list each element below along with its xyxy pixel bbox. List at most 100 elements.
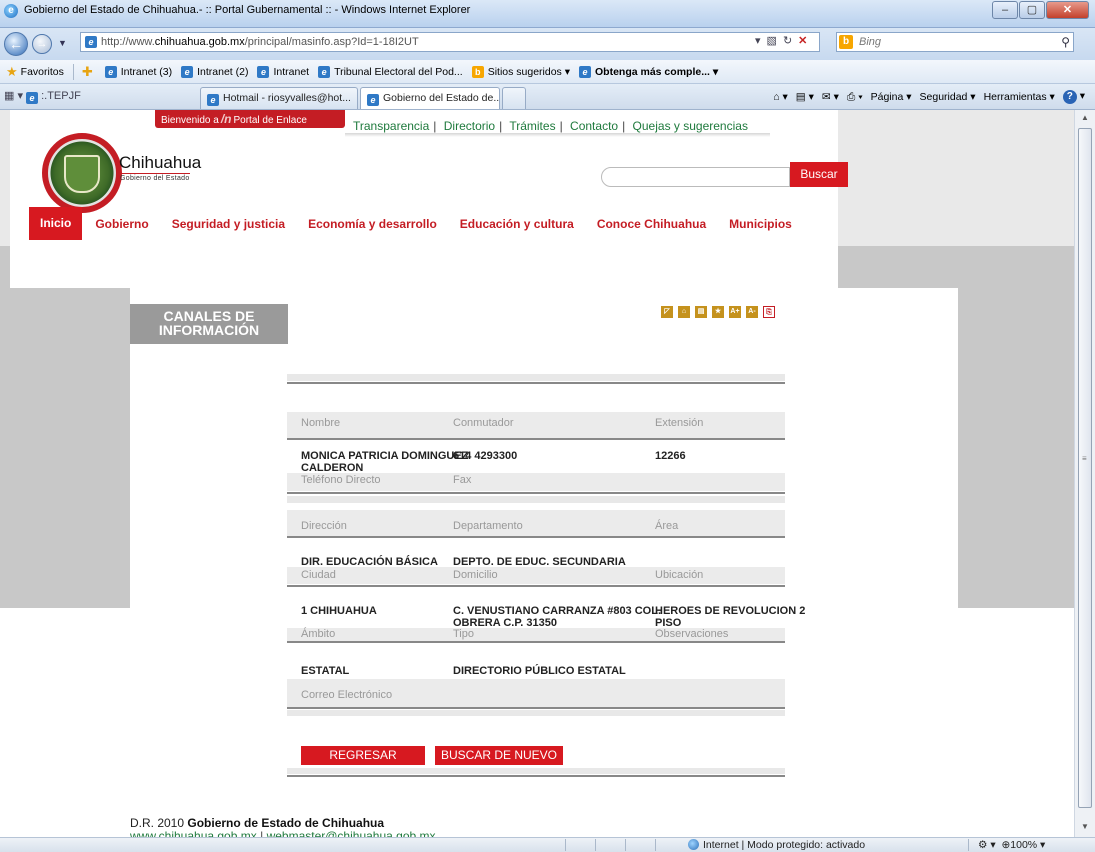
page-tools: ◸ ⌂ ▤ ★ A+ A- ⎘ [661,306,775,318]
divider [287,775,785,777]
stop-icon[interactable]: ✕ [798,34,807,47]
security-zone[interactable]: Internet | Modo protegido: activado [688,839,865,851]
home-icon[interactable]: ⌂ ▾ [773,91,788,103]
forward-nav-button[interactable]: → [32,34,52,54]
new-tab-button[interactable] [502,87,526,109]
label-departamento: Departamento [453,520,523,532]
logo-title[interactable]: Chihuahua [119,153,201,173]
scroll-down-icon[interactable]: ▼ [1081,822,1089,831]
refresh-icon[interactable]: ↻ [783,34,792,47]
favorite-link-intranet-2[interactable]: e Intranet (2) [181,65,248,78]
nav-municipios[interactable]: Municipios [729,217,792,231]
help-menu[interactable]: ? ▾ [1062,90,1085,104]
nav-gobierno[interactable]: Gobierno [95,217,148,231]
favorite-link-intranet[interactable]: e Intranet [257,65,309,78]
divider [625,839,626,851]
close-window-button[interactable]: ✕ [1046,1,1089,19]
nav-economia[interactable]: Economía y desarrollo [308,217,437,231]
label-band [287,412,785,438]
page-icon: e [257,65,270,78]
label-domicilio: Domicilio [453,569,498,581]
zoom-control[interactable]: ⚙ ▾ ⊕100% ▾ [978,839,1045,851]
site-search-input[interactable] [601,167,790,187]
scrollbar-thumb[interactable] [1078,128,1092,808]
tools-menu[interactable]: Herramientas ▾ [984,91,1055,103]
add-favorite-button[interactable]: ✚ [82,64,96,80]
link-directorio[interactable]: Directorio [444,119,495,133]
scroll-up-icon[interactable]: ▲ [1081,113,1089,122]
label-ambito: Ámbito [301,628,336,640]
footer-links: www.chihuahua.gob.mx | webmaster@chihuah… [130,829,436,837]
vertical-scrollbar[interactable]: ▲ ≡ ▼ [1074,110,1095,837]
value-ubicacion: HEROES DE REVOLUCION 2 PISO [655,605,806,629]
maximize-button[interactable]: ▢ [1019,1,1045,19]
search-button[interactable]: Buscar [790,162,848,187]
state-seal-logo[interactable] [42,133,122,213]
compatibility-view-icon[interactable]: ▧ [767,34,777,47]
search-box[interactable]: b Bing ⚲ [836,32,1074,52]
back-nav-button[interactable]: ← [4,32,28,56]
link-contacto[interactable]: Contacto [570,119,618,133]
back-button[interactable]: REGRESAR [301,746,425,765]
url-dropdown-icon[interactable]: ▾ [755,34,761,47]
coat-of-arms-icon [64,155,100,193]
divider [968,839,969,851]
url-input[interactable]: e http://www.chihuahua.gob.mx/principal/… [80,32,820,52]
page-icon: e [181,65,194,78]
window-controls: – ▢ ✕ [991,1,1089,19]
nav-inicio[interactable]: Inicio [29,207,83,240]
search-placeholder: Bing [859,36,882,48]
footer-email-link[interactable]: webmaster@chihuahua.gob.mx [267,829,436,837]
font-increase-icon[interactable]: A+ [729,306,741,318]
footer-website-link[interactable]: www.chihuahua.gob.mx [130,829,257,837]
page-menu[interactable]: Página ▾ [871,91,912,103]
divider [287,768,785,774]
divider [287,710,785,716]
protected-mode-icon: ⚙ ▾ [978,839,996,851]
search-again-button[interactable]: BUSCAR DE NUEVO [435,746,563,765]
page-icon: e [367,94,379,106]
url-tools: ▾ ▧ ↻ ✕ [755,34,807,47]
tab-gobierno[interactable]: eGobierno del Estado de...✕ [360,87,500,109]
value-conmutador: 614 4293300 [453,450,518,462]
divider [595,839,596,851]
nav-educacion[interactable]: Educación y cultura [460,217,574,231]
nav-conoce[interactable]: Conoce Chihuahua [597,217,706,231]
back-icon[interactable]: ◸ [661,306,673,318]
page-viewport: Bienvenido a/n Portal de Enlace Transpare… [0,110,1074,837]
logo-subtitle: Gobierno del Estado [120,173,190,182]
quick-tabs[interactable]: ▦ ▾ e :.TEPJF [4,89,81,104]
minimize-button[interactable]: – [992,1,1018,19]
link-quejas[interactable]: Quejas y sugerencias [633,119,748,133]
recent-pages-dropdown-icon[interactable]: ▼ [58,38,67,48]
ie-logo-icon: e [4,4,18,18]
label-area: Área [655,520,679,532]
footer-copyright: D.R. 2010 Gobierno de Estado de Chihuahu… [130,816,385,830]
link-transparencia[interactable]: Transparencia [353,119,429,133]
divider [345,133,770,137]
scroll-grip-icon: ≡ [1082,454,1087,463]
search-icon[interactable]: ⚲ [1061,35,1070,49]
link-tramites[interactable]: Trámites [509,119,555,133]
favorite-icon[interactable]: ★ [712,306,724,318]
security-menu[interactable]: Seguridad ▾ [920,91,976,103]
print-icon[interactable]: ▤ [695,306,707,318]
bing-logo-icon: b [839,35,853,49]
favorites-button[interactable]: ★ Favoritos [6,64,64,80]
get-more-addons-button[interactable]: e Obtenga más comple... ▾ [579,65,718,78]
suggested-sites-button[interactable]: b Sitios sugeridos ▾ [471,65,570,78]
tab-bar: ▦ ▾ e :.TEPJF e Hotmail - riosyvalles@hot… [0,84,1095,110]
font-decrease-icon[interactable]: A- [746,306,758,318]
favorite-link-tribunal[interactable]: e Tribunal Electoral del Pod... [318,65,463,78]
home-icon[interactable]: ⌂ [678,306,690,318]
pdf-icon[interactable]: ⎘ [763,306,775,318]
tab-hotmail[interactable]: e Hotmail - riosyvalles@hot... [200,87,358,109]
label-fax: Fax [453,474,472,486]
favorite-link-intranet-3[interactable]: e Intranet (3) [104,65,172,78]
nav-seguridad[interactable]: Seguridad y justicia [172,217,285,231]
address-bar: ← → ▼ e http://www.chihuahua.gob.mx/prin… [0,28,1095,60]
feeds-icon[interactable]: ▤ ▾ [796,91,814,103]
mail-icon[interactable]: ✉ ▾ [822,91,839,103]
print-icon[interactable]: ⎙ ▾ [847,91,863,104]
value-ciudad: 1 CHIHUAHUA [301,605,377,617]
